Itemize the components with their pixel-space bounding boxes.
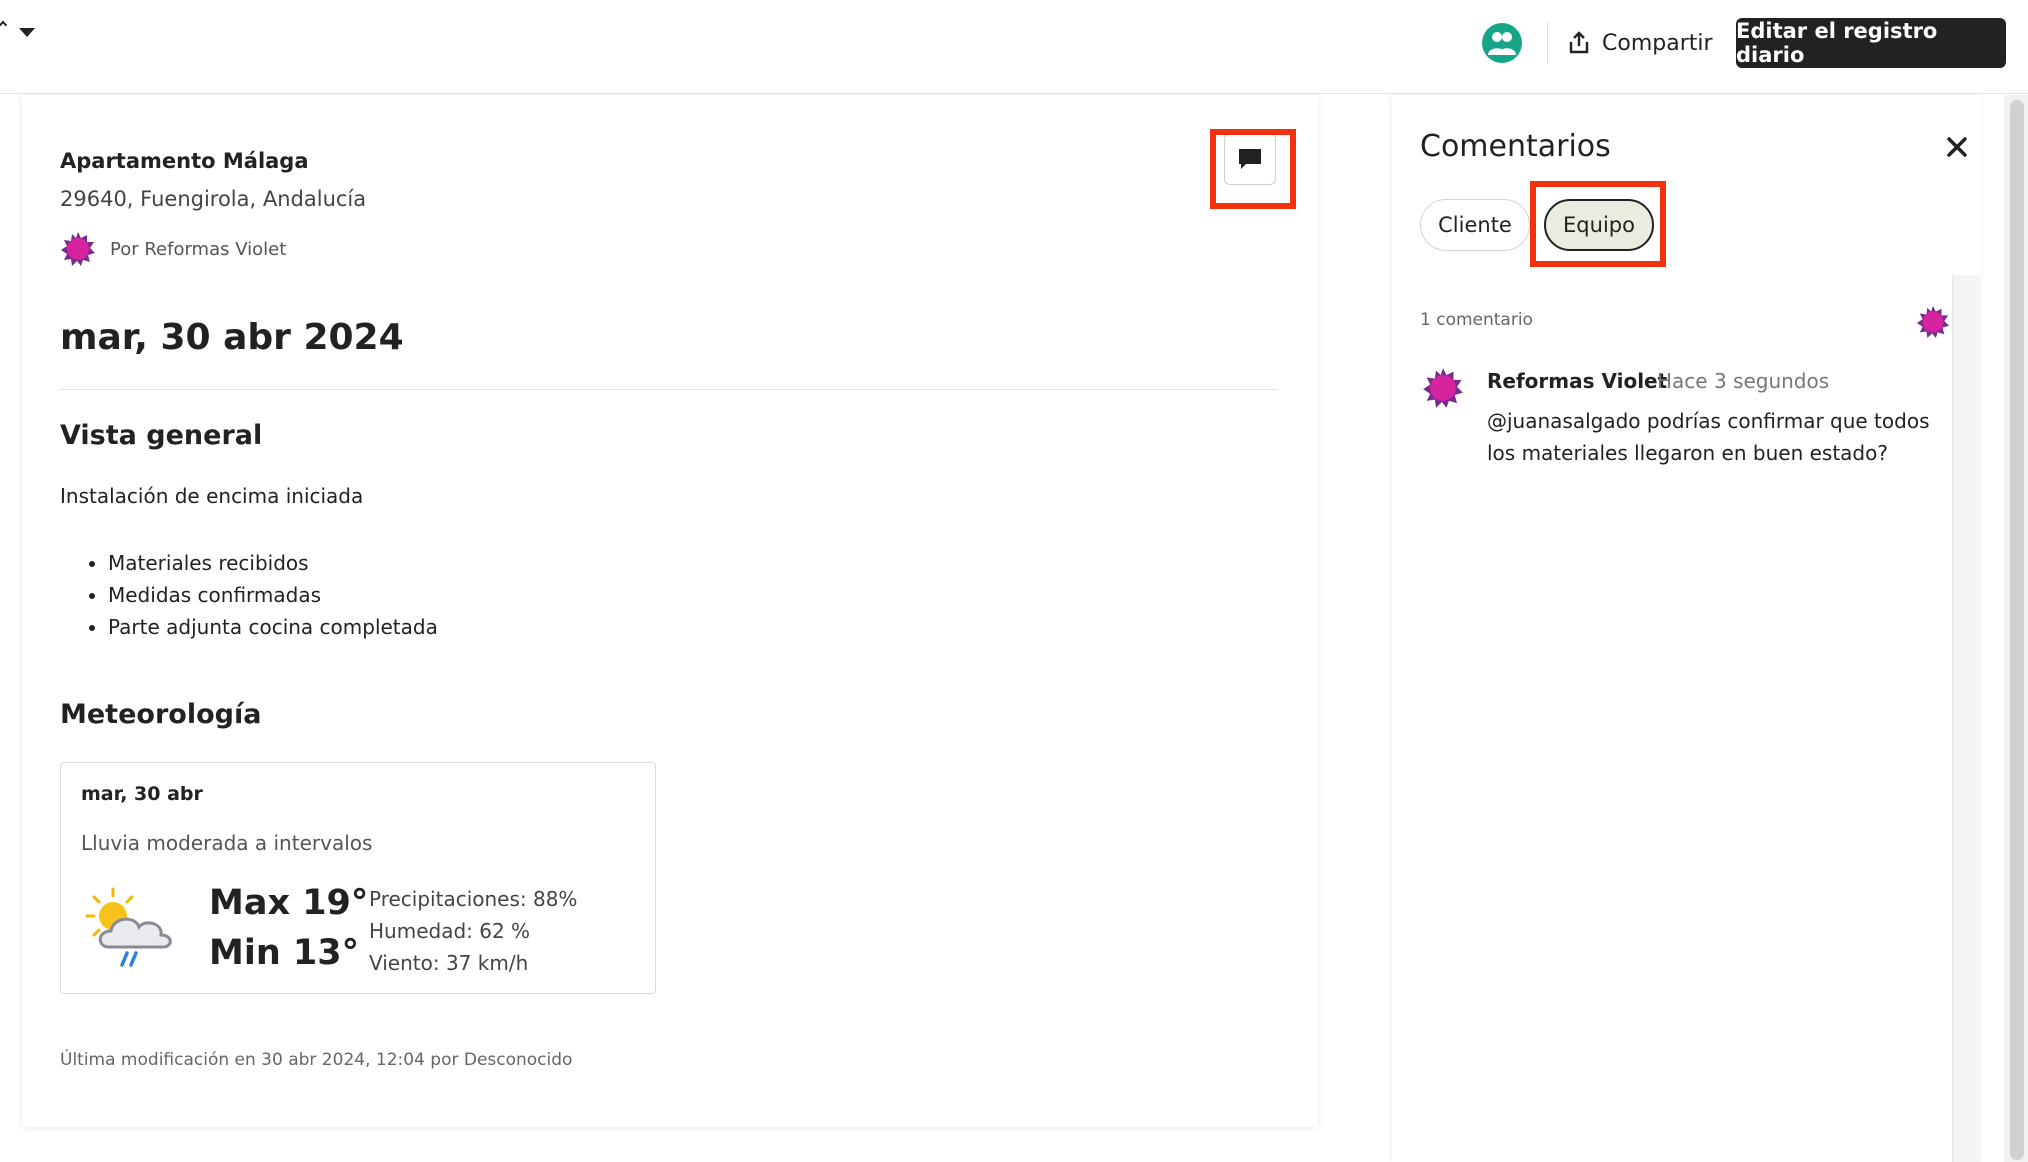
highlight-box-comment-toggle — [1210, 129, 1296, 209]
comment-time: Hace 3 segundos — [1657, 369, 1830, 393]
log-date: mar, 30 abr 2024 — [60, 317, 404, 358]
tab-cliente[interactable]: Cliente — [1420, 199, 1530, 251]
comments-panel: Comentarios Cliente Equipo 1 comentario … — [1392, 95, 1980, 1162]
last-modified-text: Última modificación en 30 abr 2024, 12:0… — [60, 1050, 573, 1070]
weather-stats: Precipitaciones: 88% Humedad: 62 % Vient… — [369, 883, 577, 979]
list-item: Parte adjunta cocina completada — [108, 611, 438, 643]
page-scrollbar-thumb[interactable] — [2010, 100, 2024, 1160]
back-chevron-icon[interactable] — [0, 20, 8, 30]
weather-card: mar, 30 abr Lluvia moderada a intervalos… — [60, 762, 656, 994]
edit-log-button[interactable]: Editar el registro diario — [1736, 18, 2006, 68]
project-name: Apartamento Málaga — [60, 149, 309, 173]
comment-author: Reformas Violet — [1487, 369, 1668, 393]
weather-heading: Meteorología — [60, 699, 262, 730]
project-address: 29640, Fuengirola, Andalucía — [60, 187, 367, 211]
author-label: Por Reformas Violet — [110, 238, 287, 260]
brand-avatar-icon — [1916, 305, 1950, 339]
comment-count: 1 comentario — [1420, 310, 1533, 330]
brand-avatar-icon — [61, 232, 95, 266]
share-label: Compartir — [1602, 30, 1713, 56]
highlight-box-equipo-tab — [1530, 181, 1666, 267]
commenter-avatar-icon — [1423, 368, 1463, 408]
weather-wind: Viento: 37 km/h — [369, 951, 529, 975]
weather-condition: Lluvia moderada a intervalos — [81, 831, 373, 855]
sun-cloud-rain-icon — [85, 887, 172, 967]
comments-scrollbar[interactable] — [1952, 275, 1980, 1162]
author-row: Por Reformas Violet — [60, 231, 286, 267]
comment-text: @juanasalgado podrías confirmar que todo… — [1487, 409, 1930, 465]
share-icon — [1569, 31, 1589, 54]
header-divider — [1547, 22, 1548, 64]
weather-precipitation: Precipitaciones: 88% — [369, 887, 578, 911]
weather-max: Max 19° — [209, 883, 369, 923]
overview-list: Materiales recibidos Medidas confirmadas… — [108, 547, 438, 643]
close-icon[interactable] — [1945, 135, 1969, 159]
caret-down-icon[interactable] — [19, 28, 35, 37]
daily-log-card: Apartamento Málaga 29640, Fuengirola, An… — [22, 95, 1318, 1127]
weather-min: Min 13° — [209, 933, 360, 973]
top-bar: Compartir Editar el registro diario — [0, 0, 2028, 94]
section-divider — [60, 389, 1278, 390]
overview-text: Instalación de encima iniciada — [60, 484, 364, 508]
list-item: Medidas confirmadas — [108, 579, 438, 611]
team-avatar-icon[interactable] — [1482, 23, 1522, 63]
share-button[interactable]: Compartir — [1568, 20, 1720, 66]
comments-title: Comentarios — [1420, 129, 1611, 164]
overview-heading: Vista general — [60, 420, 263, 451]
weather-date: mar, 30 abr — [81, 783, 203, 805]
weather-humidity: Humedad: 62 % — [369, 919, 531, 943]
list-item: Materiales recibidos — [108, 547, 438, 579]
